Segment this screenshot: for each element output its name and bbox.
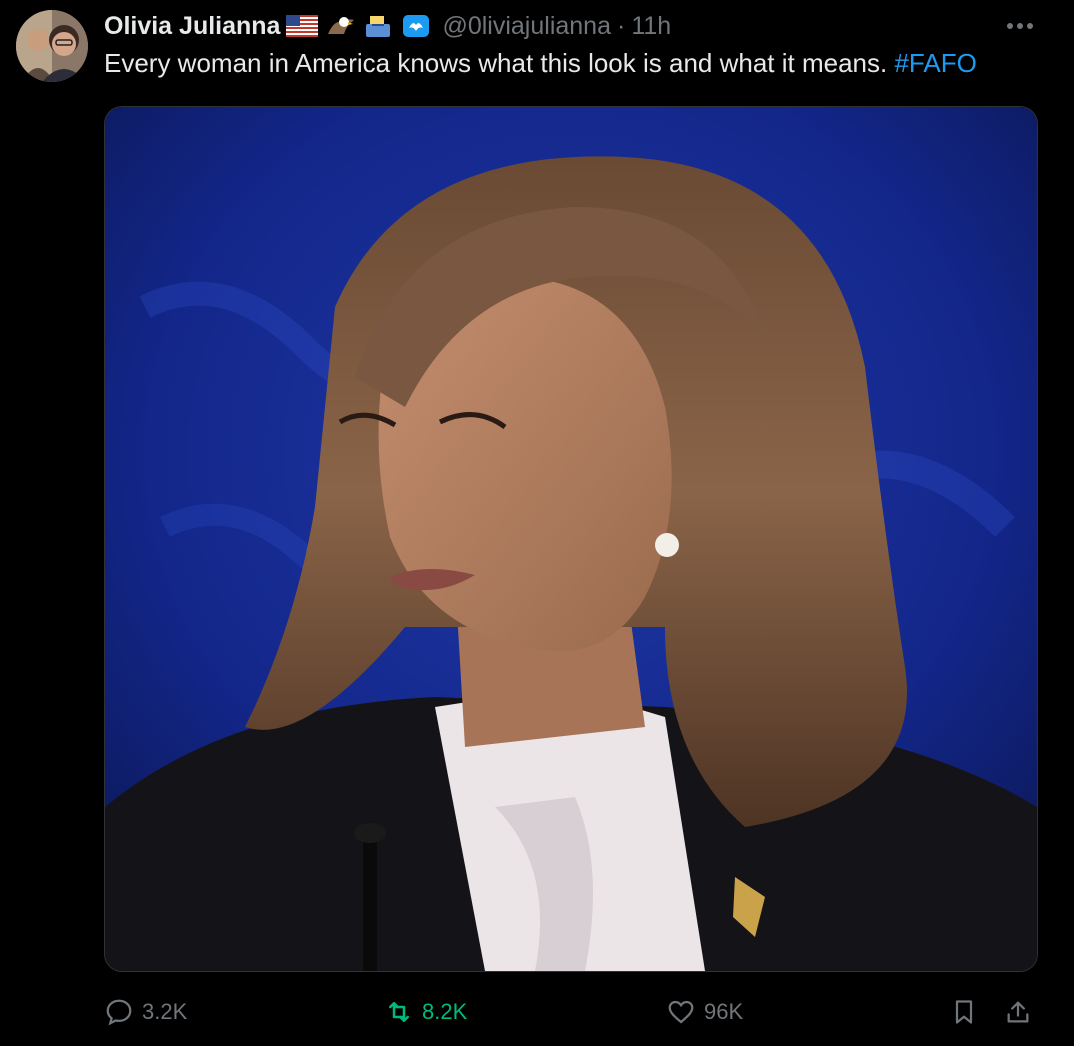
like-button[interactable]: 96K (666, 990, 743, 1034)
like-count: 96K (704, 999, 744, 1024)
avatar[interactable] (16, 10, 88, 82)
more-icon[interactable] (1000, 12, 1040, 40)
bookmark-icon (955, 1000, 973, 1024)
tweet-header: Olivia Julianna @0liviajulianna · 11h (104, 10, 671, 42)
retweet-icon (389, 1002, 409, 1022)
share-button[interactable] (998, 990, 1038, 1034)
reply-icon (106, 999, 132, 1026)
author-name[interactable]: Olivia Julianna (104, 12, 280, 41)
retweet-count: 8.2K (422, 999, 468, 1024)
reply-button[interactable]: 3.2K (104, 990, 187, 1034)
separator-dot: · (616, 11, 626, 40)
tweet-text: Every woman in America knows what this l… (104, 48, 977, 79)
tweet-image[interactable] (104, 106, 1038, 972)
us-flag-icon (286, 14, 319, 38)
hashtag-link[interactable]: #FAFO (894, 48, 976, 78)
tweet: Olivia Julianna @0liviajulianna · 11h Ev… (0, 0, 1074, 1046)
tweet-body: Every woman in America knows what this l… (104, 48, 888, 78)
eagle-icon (324, 14, 356, 38)
author-handle[interactable]: @0liviajulianna (442, 12, 611, 41)
timestamp[interactable]: 11h (631, 12, 671, 41)
share-icon (1007, 1001, 1029, 1023)
bluesky-icon (400, 14, 432, 38)
heart-icon (668, 1000, 694, 1024)
retweet-button[interactable]: 8.2K (384, 990, 467, 1034)
ballot-box-icon (362, 14, 394, 38)
reply-count: 3.2K (142, 999, 188, 1024)
bookmark-button[interactable] (944, 990, 984, 1034)
